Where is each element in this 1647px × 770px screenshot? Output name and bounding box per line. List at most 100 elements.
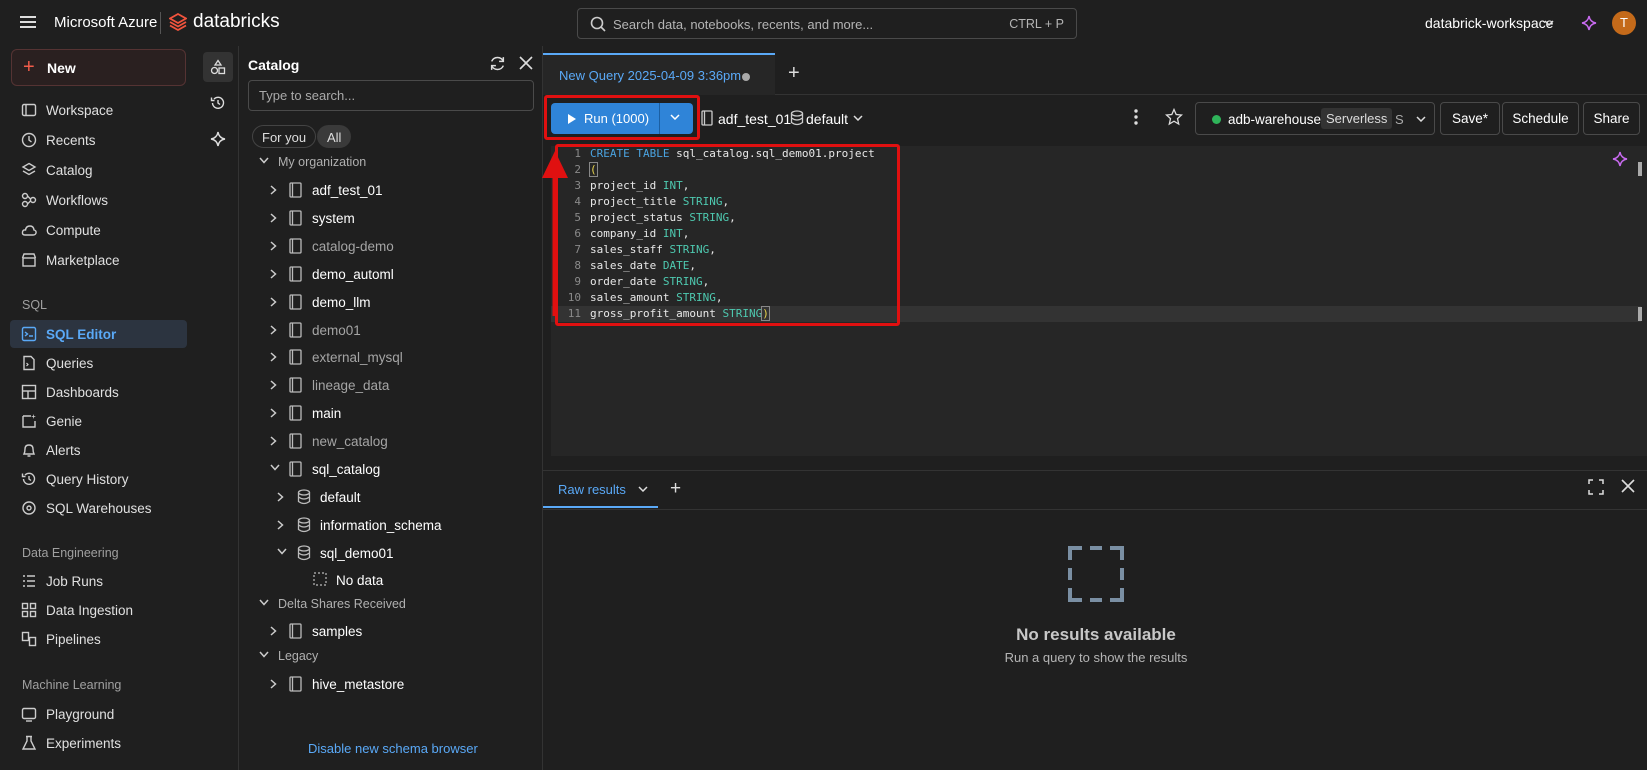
new-button-label: New xyxy=(47,60,76,76)
catalog-search-input[interactable] xyxy=(259,88,519,103)
filter-for-you[interactable]: For you xyxy=(252,125,317,148)
chevron-right-icon[interactable] xyxy=(270,626,277,636)
chevron-down-icon[interactable] xyxy=(638,486,648,492)
filter-all[interactable]: All xyxy=(317,125,352,148)
databricks-wordmark[interactable]: databricks xyxy=(193,11,280,33)
database-icon xyxy=(790,110,804,126)
tree-item-catalog[interactable]: main xyxy=(0,400,540,426)
chevron-right-icon[interactable] xyxy=(277,492,284,502)
tree-item-catalog[interactable]: external_mysql xyxy=(0,344,540,370)
tree-item-no-data[interactable]: No data xyxy=(0,567,540,593)
clock-icon xyxy=(21,132,37,148)
tab-new-query[interactable]: New Query 2025-04-09 3:36pm xyxy=(543,53,775,95)
chevron-down-icon[interactable] xyxy=(277,548,287,555)
chevron-down-icon[interactable] xyxy=(259,157,269,164)
shared-catalog-icon xyxy=(289,623,302,639)
chevron-right-icon[interactable] xyxy=(270,380,277,390)
chevron-down-icon[interactable] xyxy=(1544,20,1554,26)
close-icon[interactable] xyxy=(519,56,533,70)
databricks-logo-icon xyxy=(169,13,187,31)
schema-selector[interactable]: default xyxy=(806,111,848,127)
favorite-star-icon[interactable] xyxy=(1165,108,1183,126)
tree-item-schema[interactable]: default xyxy=(0,484,540,510)
tree-item-catalog[interactable]: adf_test_01 xyxy=(0,177,540,203)
rail-catalog-button[interactable] xyxy=(203,52,233,82)
nav-experiments[interactable]: Experiments xyxy=(10,729,187,757)
assistant-sparkle-icon[interactable] xyxy=(1581,15,1597,31)
azure-brand[interactable]: Microsoft Azure xyxy=(54,14,157,31)
nav-recents[interactable]: Recents xyxy=(10,126,187,154)
add-visualization-button[interactable]: + xyxy=(670,478,681,500)
chevron-down-icon[interactable] xyxy=(853,115,863,121)
search-icon xyxy=(590,16,606,32)
catalog-icon xyxy=(289,405,302,421)
more-options-icon[interactable] xyxy=(1133,108,1139,126)
expand-icon[interactable] xyxy=(1588,479,1604,495)
catalog-icon xyxy=(289,294,302,310)
chevron-right-icon[interactable] xyxy=(270,297,277,307)
tree-item-label: external_mysql xyxy=(312,350,403,365)
nav-playground[interactable]: Playground xyxy=(10,700,187,728)
new-button[interactable]: + New xyxy=(11,49,186,86)
close-icon[interactable] xyxy=(1621,479,1635,493)
catalog-search[interactable] xyxy=(248,80,534,111)
tree-item-catalog[interactable]: system xyxy=(0,205,540,231)
assistant-sparkle-icon[interactable] xyxy=(1612,151,1628,167)
chevron-right-icon[interactable] xyxy=(270,408,277,418)
tree-section-delta-shares[interactable]: Delta Shares Received xyxy=(259,597,519,615)
tree-item-label: samples xyxy=(312,624,363,639)
disable-schema-browser-link[interactable]: Disable new schema browser xyxy=(308,741,478,756)
tree-item-label: lineage_data xyxy=(312,378,390,393)
schedule-button[interactable]: Schedule xyxy=(1502,102,1579,135)
share-button[interactable]: Share xyxy=(1583,102,1640,135)
empty-results-title: No results available xyxy=(1016,625,1176,644)
chevron-right-icon[interactable] xyxy=(270,213,277,223)
chevron-right-icon[interactable] xyxy=(270,241,277,251)
chevron-right-icon[interactable] xyxy=(277,520,284,530)
tree-item-catalog[interactable]: demo01 xyxy=(0,317,540,343)
tree-item-catalog[interactable]: demo_automl xyxy=(0,261,540,287)
tab-raw-results[interactable]: Raw results xyxy=(558,482,626,497)
chevron-right-icon[interactable] xyxy=(270,325,277,335)
chevron-right-icon[interactable] xyxy=(270,436,277,446)
rail-history-button[interactable] xyxy=(203,88,233,118)
global-search[interactable]: Search data, notebooks, recents, and mor… xyxy=(577,8,1077,39)
add-tab-button[interactable]: + xyxy=(788,62,800,85)
warehouse-status-dot xyxy=(1212,115,1221,124)
refresh-icon[interactable] xyxy=(489,55,506,72)
section-label: Delta Shares Received xyxy=(278,597,406,611)
tree-item-schema[interactable]: sql_demo01 xyxy=(0,540,540,566)
tree-item-catalog[interactable]: sql_catalog xyxy=(0,456,540,482)
warehouse-selector[interactable]: adb-warehouse Serverless S xyxy=(1195,102,1435,135)
rail-assistant-button[interactable] xyxy=(203,124,233,154)
tree-section-legacy[interactable]: Legacy xyxy=(259,649,519,667)
tree-section-my-organization[interactable]: My organization xyxy=(259,155,519,173)
menu-icon[interactable] xyxy=(20,14,38,30)
chevron-right-icon[interactable] xyxy=(270,679,277,689)
scrollbar-marker[interactable] xyxy=(1638,162,1642,176)
catalog-gear-icon xyxy=(289,210,302,226)
chevron-down-icon[interactable] xyxy=(259,599,269,606)
tree-item-catalog[interactable]: catalog-demo xyxy=(0,233,540,259)
save-button[interactable]: Save* xyxy=(1440,102,1500,135)
catalog-selector[interactable]: adf_test_01 xyxy=(718,111,791,127)
avatar[interactable]: T xyxy=(1612,11,1636,35)
tree-item-catalog[interactable]: new_catalog xyxy=(0,428,540,454)
tree-item-catalog[interactable]: demo_llm xyxy=(0,289,540,315)
chevron-right-icon[interactable] xyxy=(270,185,277,195)
chevron-right-icon[interactable] xyxy=(270,269,277,279)
catalog-icon xyxy=(289,322,302,338)
chevron-down-icon[interactable] xyxy=(270,464,280,471)
tree-item-catalog[interactable]: samples xyxy=(0,618,540,644)
tree-item-catalog[interactable]: lineage_data xyxy=(0,372,540,398)
nav-workspace[interactable]: Workspace xyxy=(10,96,187,124)
workspace-selector[interactable]: databrick-workspace xyxy=(1425,15,1553,31)
chevron-right-icon[interactable] xyxy=(270,352,277,362)
scrollbar-marker[interactable] xyxy=(1638,307,1642,321)
tree-item-schema[interactable]: information_schema xyxy=(0,512,540,538)
warehouse-type-badge: Serverless xyxy=(1321,108,1393,129)
catalog-icon xyxy=(289,433,302,449)
tree-item-catalog[interactable]: hive_metastore xyxy=(0,671,540,697)
nav-label: Experiments xyxy=(46,736,122,751)
chevron-down-icon[interactable] xyxy=(259,651,269,658)
